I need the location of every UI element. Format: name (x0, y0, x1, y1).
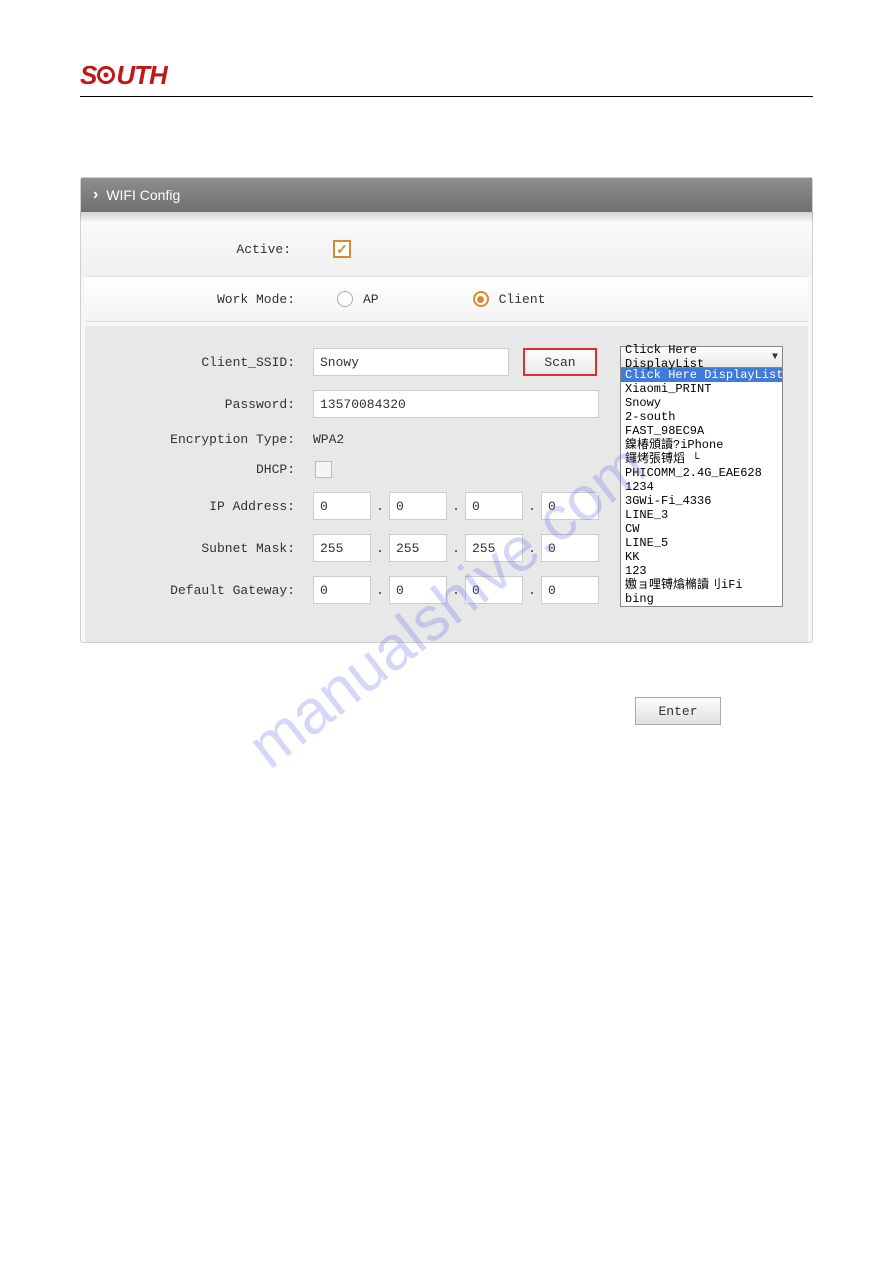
encryption-value: WPA2 (313, 432, 344, 447)
gateway-octet-2[interactable] (389, 576, 447, 604)
ip-octet-4[interactable] (541, 492, 599, 520)
enter-button[interactable]: Enter (635, 697, 721, 725)
dropdown-item[interactable]: FAST_98EC9A (621, 424, 782, 438)
ssid-label: Client_SSID: (85, 355, 303, 370)
dropdown-item[interactable]: bing (621, 592, 782, 606)
ip-octet-1[interactable] (313, 492, 371, 520)
subnet-octet-1[interactable] (313, 534, 371, 562)
dhcp-checkbox[interactable] (315, 461, 332, 478)
work-mode-label: Work Mode: (85, 292, 303, 307)
gateway-octet-1[interactable] (313, 576, 371, 604)
subnet-octet-4[interactable] (541, 534, 599, 562)
dropdown-list[interactable]: Click Here DisplayListXiaomi_PRINTSnowy2… (620, 368, 783, 607)
ip-octet-3[interactable] (465, 492, 523, 520)
subnet-octet-2[interactable] (389, 534, 447, 562)
password-input[interactable] (313, 390, 599, 418)
dropdown-selected: Click Here DisplayList (625, 343, 772, 371)
subnet-octet-3[interactable] (465, 534, 523, 562)
dropdown-select[interactable]: Click Here DisplayList ▼ (620, 346, 783, 368)
active-checkbox[interactable] (333, 240, 351, 258)
dropdown-item[interactable]: 鎳椿頒讀?iPhone (621, 438, 782, 452)
dropdown-item[interactable]: LINE_5 (621, 536, 782, 550)
dropdown-item[interactable]: 2-south (621, 410, 782, 424)
dhcp-label: DHCP: (85, 462, 303, 477)
ssid-dropdown[interactable]: Click Here DisplayList ▼ Click Here Disp… (620, 346, 783, 607)
chevron-right-icon: › (93, 186, 98, 204)
panel-header: › WIFI Config (81, 178, 812, 212)
client-radio-label: Client (499, 292, 546, 307)
dropdown-item[interactable]: Snowy (621, 396, 782, 410)
dropdown-item[interactable]: Xiaomi_PRINT (621, 382, 782, 396)
wifi-config-panel: › WIFI Config Active: Work Mode: AP (80, 177, 813, 643)
ip-octet-2[interactable] (389, 492, 447, 520)
password-label: Password: (85, 397, 303, 412)
dropdown-item[interactable]: KK (621, 550, 782, 564)
ssid-input[interactable] (313, 348, 509, 376)
dropdown-item[interactable]: Click Here DisplayList (621, 368, 782, 382)
subnet-label: Subnet Mask: (85, 541, 303, 556)
ap-radio-label: AP (363, 292, 379, 307)
dropdown-item[interactable]: LINE_3 (621, 508, 782, 522)
dropdown-item[interactable]: CW (621, 522, 782, 536)
dropdown-item[interactable]: 123 (621, 564, 782, 578)
ap-radio[interactable] (337, 291, 353, 307)
gateway-label: Default Gateway: (85, 583, 303, 598)
dropdown-item[interactable]: PHICOMM_2.4G_EAE628 (621, 466, 782, 480)
chevron-down-icon: ▼ (772, 352, 778, 363)
dropdown-item[interactable]: 1234 (621, 480, 782, 494)
dropdown-item[interactable]: 3GWi-Fi_4336 (621, 494, 782, 508)
header-divider (80, 96, 813, 97)
active-label: Active: (81, 242, 299, 257)
logo-o-icon (97, 66, 115, 84)
dropdown-item[interactable]: 嫐ョ哩镈熻樇讀刂iFi (621, 578, 782, 592)
client-radio[interactable] (473, 291, 489, 307)
panel-title: WIFI Config (106, 187, 180, 203)
gateway-octet-3[interactable] (465, 576, 523, 604)
gateway-octet-4[interactable] (541, 576, 599, 604)
dropdown-item[interactable]: 鑼烤張镈熖 └ (621, 452, 782, 466)
encryption-label: Encryption Type: (85, 432, 303, 447)
south-logo: SUTH (80, 60, 813, 90)
ip-label: IP Address: (85, 499, 303, 514)
scan-button[interactable]: Scan (523, 348, 597, 376)
